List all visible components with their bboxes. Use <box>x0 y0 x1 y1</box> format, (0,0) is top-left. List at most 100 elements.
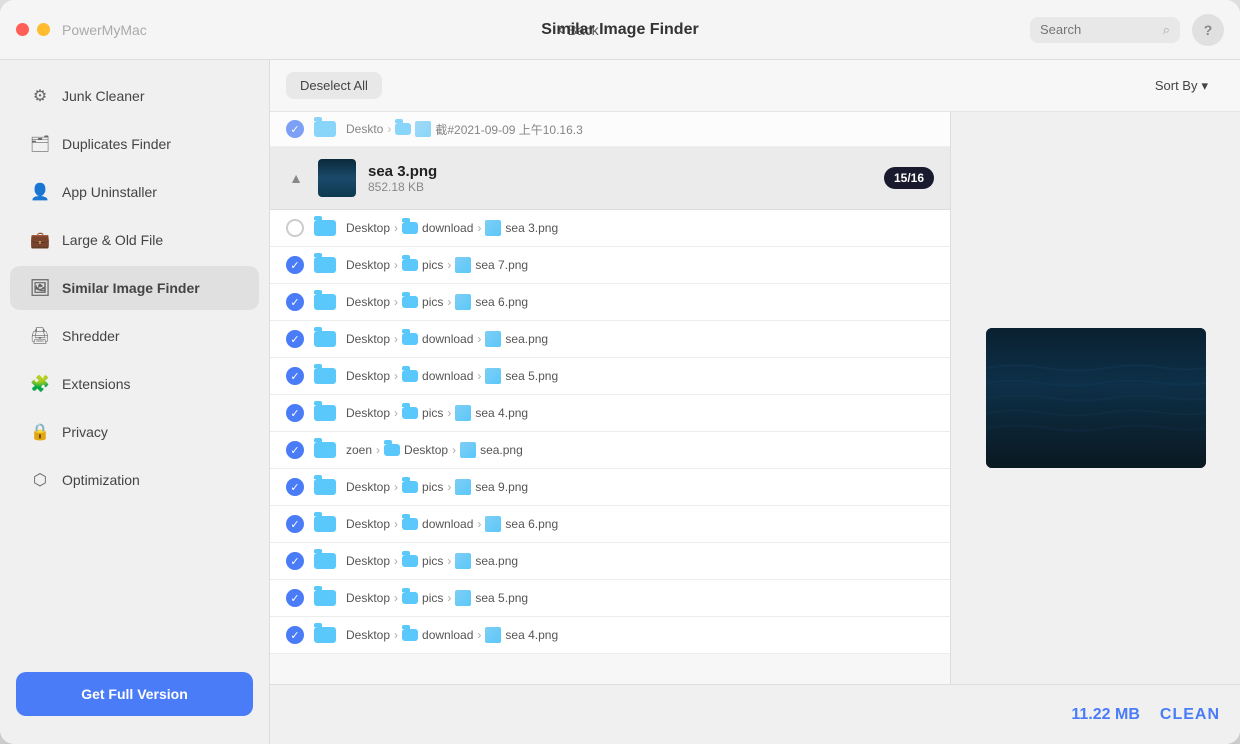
row-checkbox[interactable] <box>286 626 304 644</box>
sidebar-item-privacy[interactable]: 🔒 Privacy <box>10 410 259 454</box>
main-content: ⚙ Junk Cleaner 🗂 Duplicates Finder 👤 App… <box>0 60 1240 744</box>
list-preview: Deskto › 截#2021-09-09 上午10.16.3 ▲ sea 3.… <box>270 112 1240 684</box>
path-text: Desktop › pics › sea 5.png <box>346 590 934 606</box>
row-checkbox[interactable] <box>286 589 304 607</box>
list-item[interactable]: Desktop › download › sea 3.png <box>270 210 950 247</box>
list-item[interactable]: Desktop › pics › sea 6.png <box>270 284 950 321</box>
list-item[interactable]: Desktop › download › sea.png <box>270 321 950 358</box>
clean-button[interactable]: CLEAN <box>1160 706 1220 724</box>
row-checkbox[interactable] <box>286 441 304 459</box>
collapse-button[interactable]: ▲ <box>286 170 306 186</box>
sidebar-bottom: Get Full Version <box>0 656 269 732</box>
lock-icon: 🔒 <box>30 422 50 442</box>
row-checkbox[interactable] <box>286 515 304 533</box>
subfolder-icon <box>402 555 418 567</box>
sidebar-item-label: Similar Image Finder <box>62 280 200 296</box>
duplicates-icon: 🗂 <box>30 134 50 154</box>
file-name: sea 5.png <box>505 369 558 383</box>
list-item[interactable]: Desktop › pics › sea 9.png <box>270 469 950 506</box>
file-icon <box>485 627 501 643</box>
shredder-icon: 🖨 <box>30 326 50 346</box>
path-text: Desktop › download › sea 5.png <box>346 368 934 384</box>
search-icon: ⌕ <box>1163 22 1170 38</box>
path-text: Desktop › download › sea 4.png <box>346 627 934 643</box>
chevron-down-icon: ▾ <box>1201 78 1208 94</box>
list-item[interactable]: Desktop › pics › sea 7.png <box>270 247 950 284</box>
sidebar-item-label: Duplicates Finder <box>62 136 171 152</box>
row-checkbox[interactable] <box>286 219 304 237</box>
path-text: Desktop › pics › sea 9.png <box>346 479 934 495</box>
list-item[interactable]: Desktop › download › sea 5.png <box>270 358 950 395</box>
list-item[interactable]: Desktop › download › sea 4.png <box>270 617 950 654</box>
sidebar-item-optimization[interactable]: ⬡ Optimization <box>10 458 259 502</box>
deselect-all-button[interactable]: Deselect All <box>286 72 382 99</box>
group-badge: 15/16 <box>884 167 934 189</box>
file-icon <box>455 590 471 606</box>
folder-icon <box>314 294 336 310</box>
path-text: Desktop › pics › sea.png <box>346 553 934 569</box>
preview-panel <box>950 112 1240 684</box>
sidebar-item-large-old-file[interactable]: 💼 Large & Old File <box>10 218 259 262</box>
folder-icon <box>314 590 336 606</box>
row-checkbox[interactable] <box>286 367 304 385</box>
search-input[interactable] <box>1040 22 1157 37</box>
list-item[interactable]: Desktop › pics › sea.png <box>270 543 950 580</box>
sidebar-item-label: Privacy <box>62 424 108 440</box>
close-button[interactable] <box>16 23 29 36</box>
get-full-version-button[interactable]: Get Full Version <box>16 672 253 716</box>
folder-icon <box>314 553 336 569</box>
list-item[interactable]: Desktop › download › sea 6.png <box>270 506 950 543</box>
sidebar-item-app-uninstaller[interactable]: 👤 App Uninstaller <box>10 170 259 214</box>
sidebar: ⚙ Junk Cleaner 🗂 Duplicates Finder 👤 App… <box>0 60 270 744</box>
group-header: ▲ sea 3.png 852.18 KB 15/16 <box>270 147 950 210</box>
file-icon <box>485 368 501 384</box>
row-checkbox[interactable] <box>286 478 304 496</box>
file-icon <box>455 479 471 495</box>
minimize-button[interactable] <box>37 23 50 36</box>
file-name: sea.png <box>480 443 523 457</box>
row-checkbox[interactable] <box>286 552 304 570</box>
sidebar-item-shredder[interactable]: 🖨 Shredder <box>10 314 259 358</box>
total-size: 11.22 MB <box>1071 706 1139 724</box>
subfolder-icon <box>402 481 418 493</box>
file-name: 截#2021-09-09 上午10.16.3 <box>435 121 582 138</box>
row-checkbox[interactable] <box>286 330 304 348</box>
file-icon <box>455 405 471 421</box>
sidebar-item-label: Junk Cleaner <box>62 88 145 104</box>
sidebar-item-extensions[interactable]: 🧩 Extensions <box>10 362 259 406</box>
sidebar-item-label: App Uninstaller <box>62 184 157 200</box>
folder-icon <box>314 331 336 347</box>
file-name: sea 5.png <box>475 591 528 605</box>
sort-by-dropdown[interactable]: Sort By ▾ <box>1155 78 1208 94</box>
sidebar-item-similar-image-finder[interactable]: 🖼 Similar Image Finder <box>10 266 259 310</box>
file-name: sea 6.png <box>475 295 528 309</box>
folder-icon <box>314 479 336 495</box>
row-checkbox[interactable] <box>286 404 304 422</box>
list-item[interactable]: zoen › Desktop › sea.png <box>270 432 950 469</box>
subfolder-icon <box>402 259 418 271</box>
list-item[interactable]: Desktop › pics › sea 5.png <box>270 580 950 617</box>
group-size: 852.18 KB <box>368 180 872 194</box>
file-name: sea 4.png <box>475 406 528 420</box>
app-window: PowerMyMac ‹ Back Similar Image Finder ⌕… <box>0 0 1240 744</box>
truncated-row: Deskto › 截#2021-09-09 上午10.16.3 <box>270 112 950 147</box>
file-icon <box>485 516 501 532</box>
row-checkbox[interactable] <box>286 120 304 138</box>
folder-icon <box>314 627 336 643</box>
sidebar-item-junk-cleaner[interactable]: ⚙ Junk Cleaner <box>10 74 259 118</box>
page-title: Similar Image Finder <box>541 21 698 39</box>
sidebar-item-label: Large & Old File <box>62 232 163 248</box>
folder-icon <box>314 220 336 236</box>
help-button[interactable]: ? <box>1192 14 1224 46</box>
traffic-lights <box>16 23 50 36</box>
row-checkbox[interactable] <box>286 256 304 274</box>
subfolder-icon <box>395 123 411 135</box>
file-icon <box>455 553 471 569</box>
folder-icon <box>314 368 336 384</box>
row-checkbox[interactable] <box>286 293 304 311</box>
folder-icon <box>314 516 336 532</box>
sidebar-item-duplicates-finder[interactable]: 🗂 Duplicates Finder <box>10 122 259 166</box>
list-item[interactable]: Desktop › pics › sea 4.png <box>270 395 950 432</box>
subfolder-icon <box>402 592 418 604</box>
file-name: sea 6.png <box>505 517 558 531</box>
